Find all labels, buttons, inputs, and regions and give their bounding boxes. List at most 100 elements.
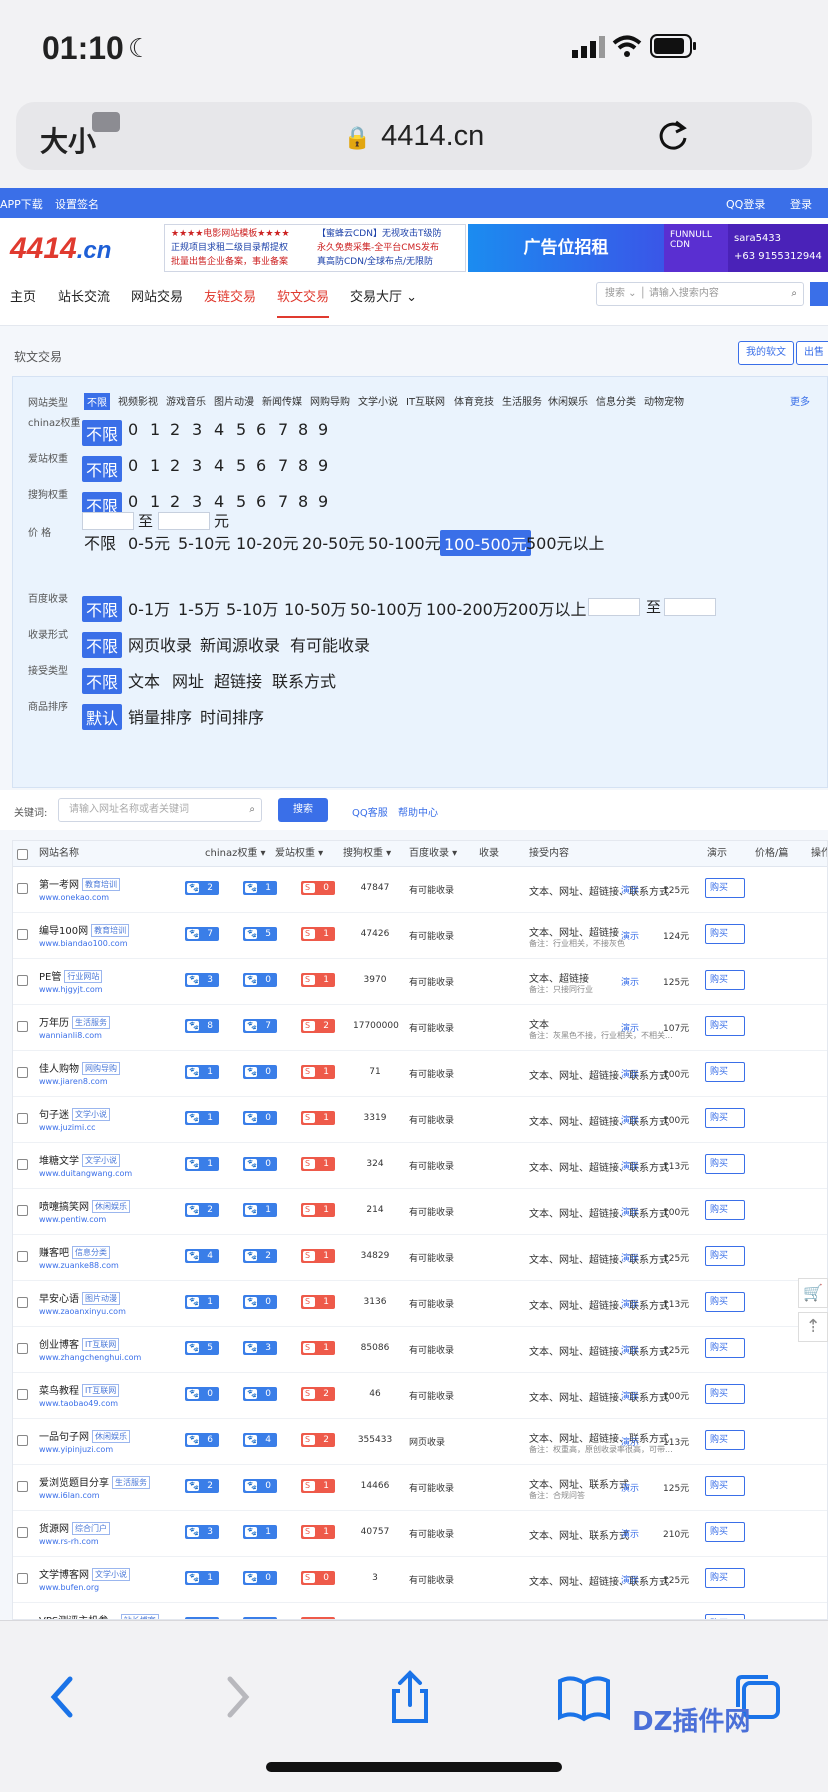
buy-button[interactable]: 购买: [705, 970, 745, 990]
my-articles-button[interactable]: 我的软文: [738, 341, 794, 365]
col-chinaz[interactable]: chinaz权重 ▾: [205, 841, 266, 867]
qq-login-link[interactable]: QQ登录: [726, 196, 765, 212]
site-name[interactable]: 句子迷 文学小说: [39, 1106, 110, 1121]
col-aizhan[interactable]: 爱站权重 ▾: [275, 841, 323, 867]
filter-accept-option[interactable]: 联系方式: [272, 668, 336, 692]
col-sogou[interactable]: 搜狗权重 ▾: [343, 841, 391, 867]
site-domain[interactable]: www.zuanke88.com: [39, 1261, 119, 1270]
filter-price-option[interactable]: 5-10元: [178, 530, 230, 554]
row-checkbox[interactable]: [17, 1573, 28, 1584]
filter-baidu-option[interactable]: 1-5万: [178, 596, 220, 620]
site-domain[interactable]: www.taobao49.com: [39, 1399, 118, 1408]
buy-button[interactable]: 购买: [705, 1476, 745, 1496]
site-domain[interactable]: www.hjgyjt.com: [39, 985, 103, 994]
buy-button[interactable]: 购买: [705, 878, 745, 898]
site-domain[interactable]: www.bufen.org: [39, 1583, 99, 1592]
filter-chinaz-option[interactable]: 不限: [82, 420, 123, 446]
filter-aizhan-option[interactable]: 1: [150, 456, 160, 475]
filter-price-option[interactable]: 不限: [84, 530, 116, 554]
nav-home[interactable]: 主页: [10, 278, 36, 318]
filter-baidu-option[interactable]: 50-100万: [350, 596, 423, 620]
filter-chinaz-option[interactable]: 6: [256, 420, 266, 439]
back-icon[interactable]: [34, 1667, 94, 1727]
filter-sogou-option[interactable]: 2: [170, 492, 180, 511]
cdn-ad[interactable]: FUNNULL CDN: [664, 224, 728, 272]
filter-site-type-option[interactable]: 休闲娱乐: [548, 393, 588, 408]
demo-link[interactable]: 演示: [621, 1251, 639, 1264]
baidu-min-input[interactable]: [588, 598, 640, 616]
site-name[interactable]: 万年历 生活服务: [39, 1014, 110, 1029]
demo-link[interactable]: 演示: [621, 929, 639, 942]
demo-link[interactable]: 演示: [621, 1343, 639, 1356]
contact-ad[interactable]: sara5433 +63 9155312944: [728, 224, 828, 272]
demo-link[interactable]: 演示: [621, 1067, 639, 1080]
demo-link[interactable]: 演示: [621, 1527, 639, 1540]
row-checkbox[interactable]: [17, 1343, 28, 1354]
filter-aizhan-option[interactable]: 2: [170, 456, 180, 475]
keyword-input[interactable]: 请输入网址名称或者关键词 ⌕: [58, 798, 262, 822]
filter-sogou-option[interactable]: 8: [298, 492, 308, 511]
site-domain[interactable]: www.zaoanxinyu.com: [39, 1307, 126, 1316]
nav-link-trade[interactable]: 友链交易: [204, 278, 256, 318]
filter-price-option[interactable]: 0-5元: [128, 530, 170, 554]
ad-banner-center[interactable]: 广告位招租: [468, 224, 664, 272]
keyword-search-button[interactable]: 搜索: [278, 798, 328, 822]
filter-sogou-option[interactable]: 3: [192, 492, 202, 511]
filter-sort-option[interactable]: 时间排序: [200, 704, 264, 728]
filter-price-option[interactable]: 500元以上: [526, 530, 605, 554]
search-category[interactable]: 搜索: [605, 288, 625, 299]
demo-link[interactable]: 演示: [621, 1159, 639, 1172]
site-name[interactable]: 喷嚏搞笑网 休闲娱乐: [39, 1198, 130, 1213]
filter-chinaz-option[interactable]: 8: [298, 420, 308, 439]
filter-baidu-option[interactable]: 0-1万: [128, 596, 170, 620]
buy-button[interactable]: 购买: [705, 1522, 745, 1542]
price-max-input[interactable]: [158, 512, 210, 530]
filter-site-type-option[interactable]: 体育竞技: [454, 393, 494, 408]
buy-button[interactable]: 购买: [705, 924, 745, 944]
site-domain[interactable]: www.onekao.com: [39, 893, 109, 902]
buy-button[interactable]: 购买: [705, 1154, 745, 1174]
row-checkbox[interactable]: [17, 1389, 28, 1400]
filter-site-type-option[interactable]: 信息分类: [596, 393, 636, 408]
buy-button[interactable]: 购买: [705, 1338, 745, 1358]
filter-site-type-option[interactable]: 动物宠物: [644, 393, 684, 408]
filter-aizhan-option[interactable]: 不限: [82, 456, 123, 482]
filter-aizhan-option[interactable]: 5: [236, 456, 246, 475]
site-logo[interactable]: 4414.cn: [10, 232, 111, 266]
filter-sogou-option[interactable]: 5: [236, 492, 246, 511]
filter-site-type-option[interactable]: 网购导购: [310, 393, 350, 408]
filter-sogou-option[interactable]: 9: [318, 492, 328, 511]
row-checkbox[interactable]: [17, 1021, 28, 1032]
site-name[interactable]: VPS测评主机参...站长博客: [39, 1612, 159, 1619]
filter-site-type-option[interactable]: 文学小说: [358, 393, 398, 408]
filter-more-link[interactable]: 更多: [790, 393, 810, 408]
site-name[interactable]: 佳人购物 网购导购: [39, 1060, 120, 1075]
demo-link[interactable]: 演示: [621, 1297, 639, 1310]
site-domain[interactable]: www.pentiw.com: [39, 1215, 106, 1224]
site-domain[interactable]: www.i6lan.com: [39, 1491, 100, 1500]
filter-site-type-option[interactable]: 图片动漫: [214, 393, 254, 408]
forward-icon[interactable]: [206, 1667, 266, 1727]
demo-link[interactable]: 演示: [621, 1021, 639, 1034]
demo-link[interactable]: 演示: [621, 1113, 639, 1126]
filter-accept-option[interactable]: 网址: [172, 668, 204, 692]
demo-link[interactable]: 演示: [621, 1205, 639, 1218]
filter-baidu-option[interactable]: 10-50万: [284, 596, 347, 620]
filter-chinaz-option[interactable]: 7: [278, 420, 288, 439]
filter-accept-option[interactable]: 文本: [128, 668, 160, 692]
filter-site-type-option[interactable]: 游戏音乐: [166, 393, 206, 408]
filter-accept-option[interactable]: 超链接: [214, 668, 262, 692]
row-checkbox[interactable]: [17, 1113, 28, 1124]
filter-baidu-option[interactable]: 200万以上: [508, 596, 587, 620]
filter-chinaz-option[interactable]: 0: [128, 420, 138, 439]
filter-accept-option[interactable]: 不限: [82, 668, 123, 694]
demo-link[interactable]: 演示: [621, 1481, 639, 1494]
site-name[interactable]: 赚客吧 信息分类: [39, 1244, 110, 1259]
site-domain[interactable]: www.jiaren8.com: [39, 1077, 108, 1086]
nav-trade-hall[interactable]: 交易大厅 ⌄: [350, 278, 417, 318]
site-domain[interactable]: wannianli8.com: [39, 1031, 102, 1040]
filter-index_form-option[interactable]: 新闻源收录: [200, 632, 280, 656]
site-domain[interactable]: www.yipinjuzi.com: [39, 1445, 113, 1454]
row-checkbox[interactable]: [17, 1205, 28, 1216]
site-name[interactable]: 创业博客 IT互联网: [39, 1336, 120, 1351]
